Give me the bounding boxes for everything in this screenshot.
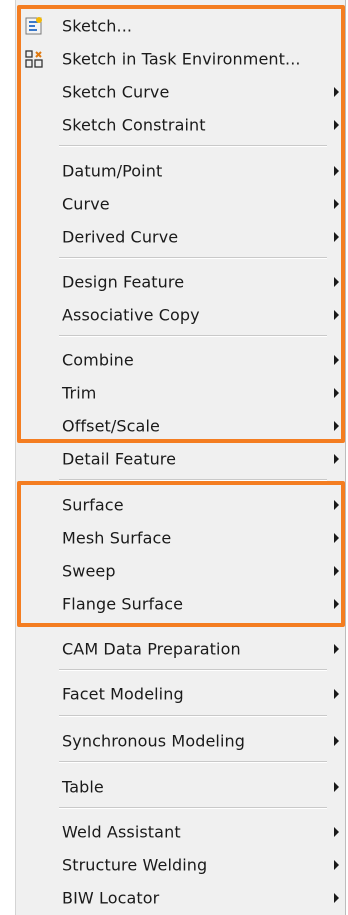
menu-item-mesh-surface[interactable]: Mesh Surface bbox=[16, 521, 345, 554]
menu-item-label: Offset/Scale bbox=[62, 416, 160, 435]
menu-item-cam-data-preparation[interactable]: CAM Data Preparation bbox=[16, 632, 345, 665]
menu-item-label: Design Feature bbox=[62, 272, 185, 291]
submenu-arrow-icon bbox=[334, 781, 339, 792]
menu-item-offset-scale[interactable]: Offset/Scale bbox=[16, 409, 345, 442]
submenu-arrow-icon bbox=[334, 565, 339, 576]
submenu-arrow-icon bbox=[334, 276, 339, 287]
submenu-arrow-icon bbox=[334, 499, 339, 510]
menu-item-design-feature[interactable]: Design Feature bbox=[16, 265, 345, 298]
menu-item-label: BIW Locator bbox=[62, 888, 160, 907]
menu-item-label: Sweep bbox=[62, 561, 116, 580]
menu-item-sketch-curve[interactable]: Sketch Curve bbox=[16, 75, 345, 108]
menu-item-label: Datum/Point bbox=[62, 161, 163, 180]
menu-item-synchronous-modeling[interactable]: Synchronous Modeling bbox=[16, 724, 345, 757]
submenu-arrow-icon bbox=[334, 453, 339, 464]
menu-item-biw-locator[interactable]: BIW Locator bbox=[16, 881, 345, 914]
menu-item-label: Sketch Curve bbox=[62, 82, 170, 101]
menu-item-label: Associative Copy bbox=[62, 305, 200, 324]
submenu-arrow-icon bbox=[334, 688, 339, 699]
menu-item-sketch-constraint[interactable]: Sketch Constraint bbox=[16, 108, 345, 141]
menu-item-sketch[interactable]: Sketch... bbox=[16, 9, 345, 42]
menu-item-label: Structure Welding bbox=[62, 855, 208, 874]
menu-item-derived-curve[interactable]: Derived Curve bbox=[16, 220, 345, 253]
menu-separator bbox=[59, 624, 327, 626]
menu-item-sketch-in-task-environment[interactable]: Sketch in Task Environment... bbox=[16, 42, 345, 75]
submenu-arrow-icon bbox=[334, 231, 339, 242]
menu-item-label: Flange Surface bbox=[62, 594, 184, 613]
menu-item-surface[interactable]: Surface bbox=[16, 488, 345, 521]
submenu-arrow-icon bbox=[334, 198, 339, 209]
menu-item-flange-surface[interactable]: Flange Surface bbox=[16, 587, 345, 620]
menu-item-label: Surface bbox=[62, 495, 124, 514]
menu-item-facet-modeling[interactable]: Facet Modeling bbox=[16, 677, 345, 710]
menu-item-weld-assistant[interactable]: Weld Assistant bbox=[16, 815, 345, 848]
submenu-arrow-icon bbox=[334, 387, 339, 398]
menu-item-label: Sketch in Task Environment... bbox=[62, 49, 301, 68]
submenu-arrow-icon bbox=[334, 354, 339, 365]
submenu-arrow-icon bbox=[334, 859, 339, 870]
menu-item-datum-point[interactable]: Datum/Point bbox=[16, 154, 345, 187]
menu-separator bbox=[59, 145, 327, 147]
menu-item-trim[interactable]: Trim bbox=[16, 376, 345, 409]
menu-separator bbox=[59, 479, 327, 481]
menu-separator bbox=[59, 807, 327, 809]
menu-item-label: Derived Curve bbox=[62, 227, 179, 246]
submenu-arrow-icon bbox=[334, 119, 339, 130]
menu-separator bbox=[59, 761, 327, 763]
submenu-arrow-icon bbox=[334, 598, 339, 609]
sketch-task-environment-icon bbox=[24, 49, 44, 69]
submenu-arrow-icon bbox=[334, 826, 339, 837]
menu-separator bbox=[59, 335, 327, 337]
menu-separator bbox=[59, 669, 327, 671]
menu-item-table[interactable]: Table bbox=[16, 770, 345, 803]
submenu-arrow-icon bbox=[334, 892, 339, 903]
submenu-arrow-icon bbox=[334, 309, 339, 320]
menu-item-curve[interactable]: Curve bbox=[16, 187, 345, 220]
menu-separator bbox=[59, 715, 327, 717]
menu-item-label: Curve bbox=[62, 194, 110, 213]
menu-item-sweep[interactable]: Sweep bbox=[16, 554, 345, 587]
submenu-arrow-icon bbox=[334, 532, 339, 543]
sketch-icon bbox=[24, 16, 44, 36]
menu-item-structure-welding[interactable]: Structure Welding bbox=[16, 848, 345, 881]
menu-item-label: CAM Data Preparation bbox=[62, 639, 241, 658]
menu-item-label: Synchronous Modeling bbox=[62, 731, 245, 750]
menu-separator bbox=[59, 257, 327, 259]
menu-item-label: Weld Assistant bbox=[62, 822, 181, 841]
submenu-arrow-icon bbox=[334, 735, 339, 746]
submenu-arrow-icon bbox=[334, 420, 339, 431]
menu-item-label: Mesh Surface bbox=[62, 528, 172, 547]
menu-item-label: Combine bbox=[62, 350, 134, 369]
menu-item-label: Sketch... bbox=[62, 16, 133, 35]
menu-item-combine[interactable]: Combine bbox=[16, 343, 345, 376]
menu-item-detail-feature[interactable]: Detail Feature bbox=[16, 442, 345, 475]
submenu-arrow-icon bbox=[334, 165, 339, 176]
submenu-arrow-icon bbox=[334, 643, 339, 654]
insert-dropdown-menu: Sketch... Sketch in Task Environment... … bbox=[15, 0, 346, 915]
menu-item-associative-copy[interactable]: Associative Copy bbox=[16, 298, 345, 331]
menu-item-label: Trim bbox=[62, 383, 97, 402]
menu-item-label: Facet Modeling bbox=[62, 684, 184, 703]
menu-item-label: Detail Feature bbox=[62, 449, 177, 468]
menu-item-label: Table bbox=[62, 777, 104, 796]
menu-item-label: Sketch Constraint bbox=[62, 115, 206, 134]
submenu-arrow-icon bbox=[334, 86, 339, 97]
